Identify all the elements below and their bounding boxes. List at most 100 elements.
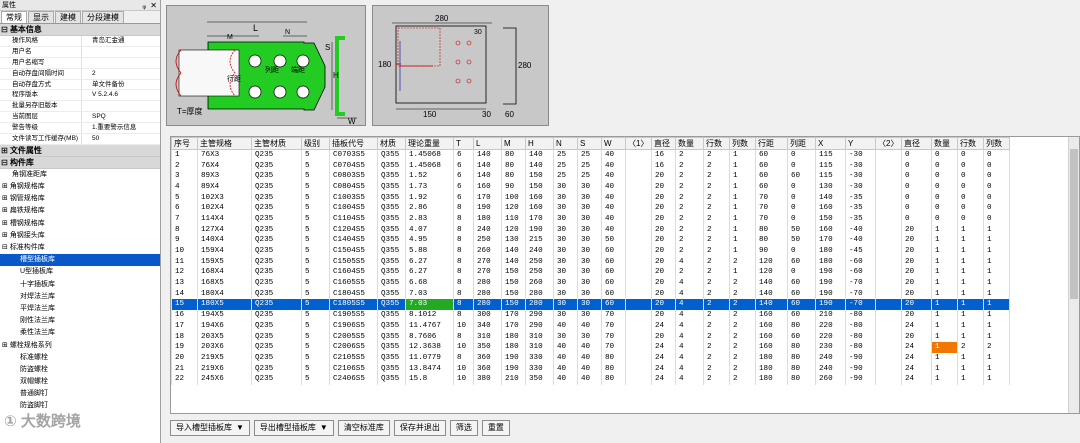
table-cell[interactable]: 24: [651, 373, 676, 385]
table-cell[interactable]: 0: [901, 192, 932, 203]
table-cell[interactable]: 160: [815, 224, 846, 235]
table-cell[interactable]: 4.07: [405, 224, 454, 235]
table-cell[interactable]: -90: [845, 373, 876, 385]
table-cell[interactable]: 1: [957, 320, 984, 332]
table-cell[interactable]: 2: [729, 299, 756, 310]
table-cell[interactable]: 30: [553, 235, 578, 246]
table-cell[interactable]: 76X3: [197, 149, 252, 161]
table-cell[interactable]: 1: [983, 245, 1010, 257]
table-cell[interactable]: 160: [755, 331, 788, 342]
property-value[interactable]: [82, 58, 92, 68]
table-cell[interactable]: [625, 277, 652, 289]
table-cell[interactable]: 130: [815, 181, 846, 193]
table-cell[interactable]: 20: [651, 277, 676, 289]
table-row[interactable]: 16 194X5 Q235 5 C1905S5 Q355 8.1012 8 300 170 290 3…: [171, 309, 1010, 321]
table-cell[interactable]: 2: [675, 267, 704, 278]
table-row[interactable]: 2 76X4 Q235 5 C0704S5 Q355 1.45068 6 140 80 140 25 2…: [171, 160, 1010, 171]
table-cell[interactable]: 40: [577, 352, 602, 364]
table-cell[interactable]: 160: [473, 181, 502, 193]
table-cell[interactable]: 20: [651, 192, 676, 203]
table-cell[interactable]: C1804S5: [329, 288, 378, 300]
lib-tree-item[interactable]: 双帽螺栓: [0, 376, 160, 388]
table-cell[interactable]: 5: [301, 192, 330, 203]
table-row[interactable]: 8 127X4 Q235 5 C1204S5 Q355 4.07 8 240 120 190 30 30…: [171, 224, 1010, 235]
table-cell[interactable]: Q355: [377, 288, 406, 300]
table-cell[interactable]: 140: [473, 160, 502, 171]
table-cell[interactable]: 215: [525, 235, 554, 246]
column-header[interactable]: 行数: [957, 137, 984, 150]
table-cell[interactable]: 1: [983, 256, 1010, 268]
table-cell[interactable]: 4: [675, 299, 704, 310]
property-row[interactable]: 程序版本 V 5.2.4.6: [0, 90, 160, 102]
table-cell[interactable]: 20: [651, 213, 676, 225]
table-cell[interactable]: 150: [501, 267, 526, 278]
table-cell[interactable]: [875, 256, 902, 268]
table-cell[interactable]: 1: [983, 320, 1010, 332]
table-cell[interactable]: 70: [755, 192, 788, 203]
table-cell[interactable]: 20: [901, 224, 932, 235]
table-cell[interactable]: Q355: [377, 352, 406, 364]
table-cell[interactable]: [625, 363, 652, 374]
table-cell[interactable]: Q355: [377, 224, 406, 235]
table-cell[interactable]: 20: [651, 224, 676, 235]
table-cell[interactable]: [875, 181, 902, 193]
table-cell[interactable]: 40: [577, 363, 602, 374]
table-cell[interactable]: 230: [815, 341, 846, 353]
column-header[interactable]: 数量: [675, 137, 704, 150]
table-cell[interactable]: 1: [957, 309, 984, 321]
table-cell[interactable]: C1905S5: [329, 309, 378, 321]
tab-modeling[interactable]: 建模: [55, 11, 81, 23]
table-cell[interactable]: [875, 341, 902, 353]
table-cell[interactable]: 5: [301, 299, 330, 310]
table-cell[interactable]: Q355: [377, 320, 406, 332]
table-cell[interactable]: 0: [787, 149, 816, 161]
table-cell[interactable]: 1: [171, 149, 198, 161]
table-cell[interactable]: -80: [845, 331, 876, 342]
table-cell[interactable]: 1: [729, 192, 756, 203]
lib-tree-item[interactable]: ⊞ 角钢规格库: [0, 181, 160, 193]
table-cell[interactable]: 30: [577, 181, 602, 193]
table-cell[interactable]: 280: [473, 277, 502, 289]
table-cell[interactable]: C2005S5: [329, 331, 378, 342]
table-cell[interactable]: 140X4: [197, 235, 252, 246]
table-cell[interactable]: [875, 373, 902, 385]
table-cell[interactable]: [625, 341, 652, 353]
table-cell[interactable]: 2: [703, 373, 730, 385]
lib-tree-item[interactable]: 标准螺栓: [0, 352, 160, 364]
table-cell[interactable]: 120: [501, 224, 526, 235]
table-cell[interactable]: 160: [815, 202, 846, 214]
table-cell[interactable]: 110: [501, 213, 526, 225]
table-cell[interactable]: 240: [473, 224, 502, 235]
table-cell[interactable]: 8: [453, 331, 474, 342]
lib-tree-item[interactable]: 角钢准距库: [0, 169, 160, 181]
table-cell[interactable]: 0: [787, 267, 816, 278]
table-cell[interactable]: 24: [651, 341, 676, 353]
table-cell[interactable]: 0: [787, 181, 816, 193]
table-cell[interactable]: 2: [729, 309, 756, 321]
table-cell[interactable]: 2: [703, 192, 730, 203]
table-cell[interactable]: 8: [453, 277, 474, 289]
table-cell[interactable]: 6.27: [405, 256, 454, 268]
table-cell[interactable]: 3: [171, 170, 198, 182]
table-cell[interactable]: 0: [901, 170, 932, 182]
table-cell[interactable]: Q235: [251, 352, 302, 364]
column-header[interactable]: 直径: [651, 137, 676, 150]
table-cell[interactable]: C1604S5: [329, 267, 378, 278]
table-cell[interactable]: 2: [703, 202, 730, 214]
table-cell[interactable]: 5.88: [405, 245, 454, 257]
table-cell[interactable]: 140: [755, 288, 788, 300]
table-cell[interactable]: 2: [703, 341, 730, 353]
table-cell[interactable]: 30: [577, 288, 602, 300]
table-cell[interactable]: 50: [787, 235, 816, 246]
table-cell[interactable]: 115: [815, 160, 846, 171]
table-cell[interactable]: Q355: [377, 181, 406, 193]
table-cell[interactable]: C0803S5: [329, 170, 378, 182]
table-cell[interactable]: [875, 277, 902, 289]
table-cell[interactable]: 30: [577, 299, 602, 310]
table-cell[interactable]: 30: [577, 256, 602, 268]
table-cell[interactable]: 10: [453, 373, 474, 385]
lib-tree-item[interactable]: 平焊法兰库: [0, 303, 160, 315]
table-cell[interactable]: 120: [501, 202, 526, 214]
table-cell[interactable]: 1: [931, 373, 958, 385]
property-row[interactable]: 用户名: [0, 46, 160, 58]
